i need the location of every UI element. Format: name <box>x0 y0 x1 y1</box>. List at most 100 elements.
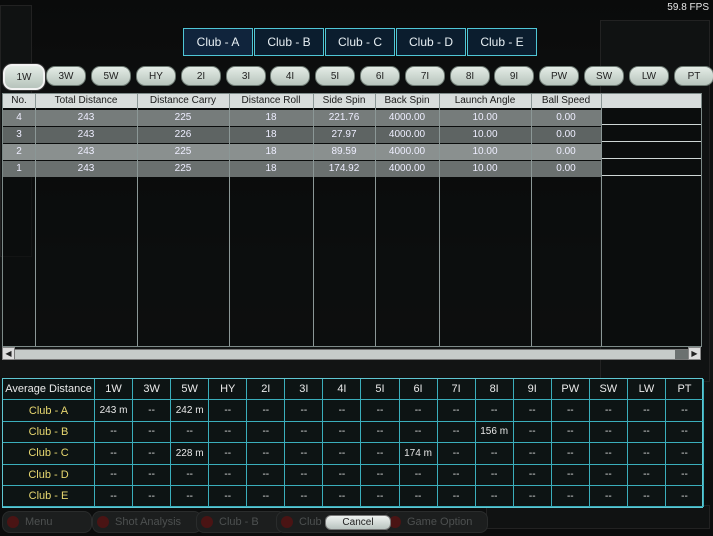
average-distance-cell: -- <box>437 486 476 508</box>
average-distance-cell: -- <box>323 421 362 444</box>
average-distance-cell: -- <box>95 464 134 486</box>
average-distance-cell: -- <box>95 486 134 508</box>
table-cell: 243 <box>77 129 95 140</box>
average-distance-cell: -- <box>209 464 248 486</box>
club-button[interactable]: 5I <box>315 66 355 86</box>
average-distance-cell: -- <box>513 400 552 422</box>
column-divider <box>439 94 440 346</box>
club-button[interactable]: 4I <box>270 66 310 86</box>
average-distance-cell: -- <box>665 486 704 508</box>
club-button[interactable]: PW <box>539 66 579 86</box>
average-distance-cell: -- <box>627 486 666 508</box>
club-button[interactable]: 3I <box>226 66 266 86</box>
club-button[interactable]: 3W <box>46 66 86 86</box>
average-column-header: PW <box>551 379 590 401</box>
club-set-tab[interactable]: Club - C <box>325 28 395 56</box>
scrollbar-thumb[interactable] <box>675 350 689 359</box>
column-divider <box>137 94 138 346</box>
cancel-button[interactable]: Cancel <box>325 515 391 530</box>
table-cell: 18 <box>265 112 277 123</box>
club-set-tab[interactable]: Club - A <box>183 28 253 56</box>
average-distance-cell: 156 m <box>475 421 514 444</box>
average-row-label: Club - E <box>3 486 95 508</box>
average-distance-cell: -- <box>475 400 514 422</box>
club-button[interactable]: HY <box>136 66 176 86</box>
average-column-header: 8I <box>475 379 514 401</box>
table-cell: 0.00 <box>556 129 576 140</box>
table-cell: 4 <box>16 112 22 123</box>
table-cell: 243 <box>77 163 95 174</box>
club-set-tab[interactable]: Club - B <box>254 28 324 56</box>
average-distance-cell: -- <box>323 486 362 508</box>
club-set-tab[interactable]: Club - E <box>467 28 537 56</box>
row-divider <box>601 158 701 159</box>
table-row[interactable]: 4 243 225 18 221.76 4000.00 10.00 0.00 <box>3 110 601 126</box>
table-row[interactable]: 1 243 225 18 174.92 4000.00 10.00 0.00 <box>3 161 601 177</box>
club-button[interactable]: PT <box>674 66 713 86</box>
scrollbar-track[interactable] <box>14 349 690 360</box>
club-button[interactable]: 8I <box>450 66 490 86</box>
table-cell: 4000.00 <box>388 146 426 157</box>
menu-button[interactable]: Menu <box>2 511 92 533</box>
shot-table-header-cell: Ball Speed <box>541 95 591 106</box>
average-row-label: Club - A <box>3 400 95 422</box>
average-distance-cell: -- <box>247 421 286 444</box>
club-b-button[interactable]: Club - B <box>196 511 286 533</box>
average-distance-cell: -- <box>513 443 552 465</box>
table-cell: 10.00 <box>472 129 498 140</box>
average-column-header: HY <box>209 379 248 401</box>
club-button[interactable]: SW <box>584 66 624 86</box>
club-button[interactable]: 5W <box>91 66 131 86</box>
column-divider <box>35 94 36 346</box>
table-cell: 2 <box>16 146 22 157</box>
table-row[interactable]: 2 243 225 18 89.59 4000.00 10.00 0.00 <box>3 144 601 160</box>
table-cell: 10.00 <box>472 163 498 174</box>
average-distance-cell: -- <box>95 421 134 444</box>
average-column-header: 3I <box>285 379 324 401</box>
shot-analysis-button[interactable]: Shot Analysis <box>92 511 202 533</box>
average-distance-cell: -- <box>475 443 514 465</box>
club-set-tab[interactable]: Club - D <box>396 28 466 56</box>
club-b-label: Club - B <box>219 516 259 528</box>
average-distance-cell: -- <box>399 400 438 422</box>
table-cell: 18 <box>265 163 277 174</box>
scroll-right-icon[interactable]: ▶ <box>688 347 701 360</box>
club-button[interactable]: LW <box>629 66 669 86</box>
average-distance-cell: -- <box>323 400 362 422</box>
shot-table-header-cell: Side Spin <box>322 95 366 106</box>
average-distance-cell: -- <box>665 400 704 422</box>
average-distance-cell: -- <box>513 421 552 444</box>
table-cell: 225 <box>174 112 192 123</box>
average-column-header: 2I <box>247 379 286 401</box>
average-distance-cell: -- <box>133 443 172 465</box>
average-distance-cell: -- <box>627 443 666 465</box>
column-divider <box>531 94 532 346</box>
average-distance-cell: -- <box>133 486 172 508</box>
table-cell: 18 <box>265 129 277 140</box>
game-option-button[interactable]: Game Option <box>384 511 488 533</box>
average-distance-cell: -- <box>247 400 286 422</box>
table-cell: 10.00 <box>472 146 498 157</box>
table-cell: 4000.00 <box>388 129 426 140</box>
table-cell: 225 <box>174 163 192 174</box>
table-cell: 89.59 <box>331 146 357 157</box>
club-button[interactable]: 6I <box>360 66 400 86</box>
column-divider <box>313 94 314 346</box>
table-cell: 10.00 <box>472 112 498 123</box>
average-column-header: LW <box>627 379 666 401</box>
table-row[interactable]: 3 243 226 18 27.97 4000.00 10.00 0.00 <box>3 127 601 143</box>
row-divider <box>601 141 701 142</box>
average-distance-cell: 228 m <box>171 443 210 465</box>
column-divider <box>601 94 602 346</box>
club-button[interactable]: 9I <box>494 66 534 86</box>
club-button[interactable]: 2I <box>181 66 221 86</box>
club-button[interactable]: 1W <box>3 64 45 90</box>
average-distance-cell: -- <box>323 464 362 486</box>
menu-icon <box>7 516 19 528</box>
average-distance-cell: 242 m <box>171 400 210 422</box>
average-distance-cell: -- <box>209 400 248 422</box>
club-button[interactable]: 7I <box>405 66 445 86</box>
average-distance-cell: -- <box>285 400 324 422</box>
horizontal-scrollbar[interactable]: ◀ ▶ <box>2 347 701 360</box>
average-distance-cell: -- <box>361 464 400 486</box>
